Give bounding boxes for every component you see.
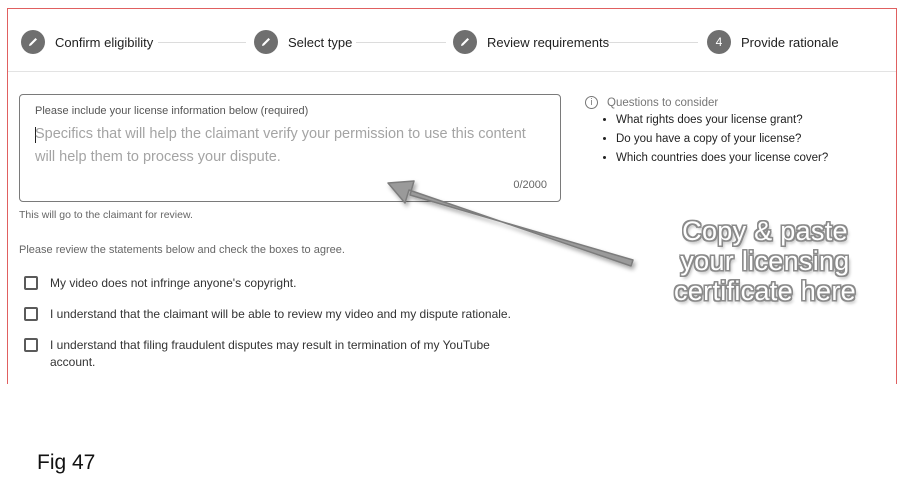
- agree-checkbox[interactable]: [24, 307, 38, 321]
- step-label: Select type: [288, 34, 353, 50]
- checkbox-row[interactable]: I understand that filing fraudulent disp…: [24, 337, 520, 371]
- list-item: What rights does your license grant?: [616, 111, 828, 130]
- figure-caption: Fig 47: [37, 451, 96, 474]
- step-label: Provide rationale: [741, 34, 839, 50]
- step-label: Confirm eligibility: [55, 34, 154, 50]
- agree-checkbox[interactable]: [24, 276, 38, 290]
- list-item: Which countries does your license cover?: [616, 149, 828, 168]
- checkbox-label: I understand that filing fraudulent disp…: [50, 338, 490, 369]
- dispute-form-frame: Confirm eligibility Select type Review r…: [7, 8, 897, 384]
- license-field-placeholder: Specifics that will help the claimant ve…: [35, 126, 526, 165]
- step-label: Review requirements: [487, 34, 610, 50]
- annotation-line: your licensing: [680, 246, 850, 276]
- license-info-textarea[interactable]: Please include your license information …: [19, 94, 561, 202]
- step-provide-rationale[interactable]: 4 Provide rationale: [707, 30, 839, 54]
- annotation-line: certificate here: [674, 276, 856, 306]
- agree-checkbox[interactable]: [24, 338, 38, 352]
- pencil-icon: [21, 30, 45, 54]
- step-connector: [606, 42, 698, 43]
- pencil-icon: [453, 30, 477, 54]
- questions-list: What rights does your license grant? Do …: [585, 111, 828, 168]
- questions-heading-row: i Questions to consider: [585, 96, 828, 109]
- list-item: Do you have a copy of your license?: [616, 130, 828, 149]
- license-helper-text: This will go to the claimant for review.: [19, 209, 193, 221]
- step-connector: [356, 42, 446, 43]
- character-counter: 0/2000: [513, 179, 547, 191]
- annotation-text: Copy & paste your licensing certificate …: [640, 216, 890, 306]
- step-select-type[interactable]: Select type: [254, 30, 352, 54]
- stepper: Confirm eligibility Select type Review r…: [8, 9, 896, 72]
- annotation-line: Copy & paste: [682, 216, 848, 246]
- checkbox-row[interactable]: I understand that the claimant will be a…: [24, 306, 511, 323]
- review-prompt: Please review the statements below and c…: [19, 244, 345, 256]
- checkbox-label: My video does not infringe anyone's copy…: [50, 276, 297, 290]
- step-confirm-eligibility[interactable]: Confirm eligibility: [21, 30, 153, 54]
- questions-panel: i Questions to consider What rights does…: [585, 96, 828, 168]
- step-number-badge: 4: [707, 30, 731, 54]
- step-connector: [158, 42, 246, 43]
- license-field-label: Please include your license information …: [35, 105, 309, 117]
- info-icon: i: [585, 96, 598, 109]
- step-review-requirements[interactable]: Review requirements: [453, 30, 609, 54]
- step-number: 4: [715, 35, 723, 49]
- pencil-icon: [254, 30, 278, 54]
- checkbox-label: I understand that the claimant will be a…: [50, 307, 511, 321]
- checkbox-row[interactable]: My video does not infringe anyone's copy…: [24, 275, 296, 292]
- questions-heading: Questions to consider: [607, 96, 719, 109]
